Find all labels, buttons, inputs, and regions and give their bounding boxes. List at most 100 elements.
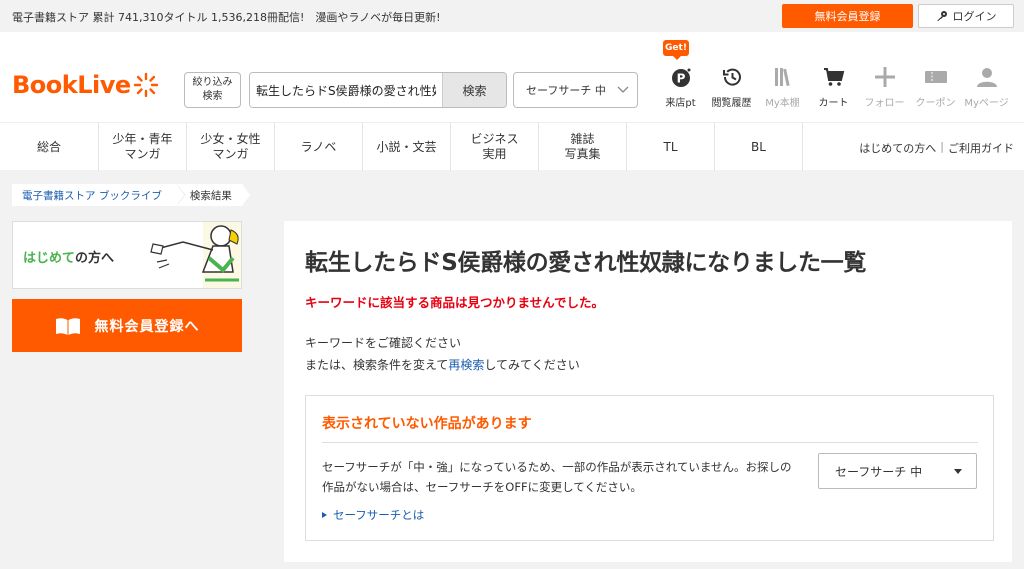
hidden-items-box: 表示されていない作品があります セーフサーチが「中・強」になっているため、一部の… <box>305 395 994 541</box>
first-time-link[interactable]: はじめての方へ <box>859 140 936 156</box>
plus-icon <box>874 67 895 87</box>
nav-sublabel: マンガ <box>212 147 249 161</box>
header-item-mypage[interactable]: Myページ <box>961 32 1012 112</box>
header-label: 来店pt <box>665 98 696 109</box>
login-label: ログイン <box>952 11 997 23</box>
cart-icon <box>823 68 844 86</box>
header-item-history[interactable]: 閲覧履歴 <box>706 32 757 112</box>
nav-label: BL <box>751 139 766 154</box>
bookshelf-icon <box>774 68 790 87</box>
breadcrumb-home[interactable]: 電子書籍ストア ブックライブ <box>12 184 186 206</box>
safe-search-level-value: セーフサーチ 中 <box>835 464 923 479</box>
banner-green-text: はじめて <box>23 251 76 266</box>
header-item-bookshelf[interactable]: My本棚 <box>757 32 808 112</box>
nav-item-light-novel[interactable]: ラノベ <box>275 123 363 171</box>
triangle-right-icon <box>322 512 327 518</box>
history-icon <box>722 68 741 86</box>
research-link[interactable]: 再検索 <box>448 358 484 372</box>
breadcrumb-home-label: 電子書籍ストア ブックライブ <box>22 189 162 202</box>
safe-search-info-label: セーフサーチとは <box>333 508 425 522</box>
nav-item-general[interactable]: 総合 <box>0 123 99 171</box>
login-button[interactable]: ログイン <box>918 4 1014 28</box>
check-keyword-message: キーワードをご確認ください <box>305 336 462 350</box>
logo-text: BookLive <box>12 71 131 99</box>
search-button[interactable]: 検索 <box>442 73 506 107</box>
nav-item-tl[interactable]: TL <box>627 123 715 171</box>
header-label: Myページ <box>964 98 1009 109</box>
user-icon <box>976 68 997 87</box>
header-item-coupon[interactable]: クーポン <box>910 32 961 112</box>
search-bar: 検索 <box>249 72 507 108</box>
nav-right-links: はじめての方へ | ご利用ガイド <box>859 140 1014 156</box>
guide-link[interactable]: ご利用ガイド <box>948 140 1014 156</box>
top-strip: 電子書籍ストア 累計 741,310タイトル 1,536,218冊配信! 漫画や… <box>0 0 1024 32</box>
category-nav: 総合 少年・青年 マンガ 少女・女性 マンガ ラノベ 小説・文芸 ビジネス 実用 雑誌… <box>0 122 1024 171</box>
first-time-banner[interactable]: はじめての方へ <box>12 221 242 289</box>
nav-label: 総合 <box>36 139 61 154</box>
points-icon: P <box>671 68 690 87</box>
header-icons: Get! P 来店pt 閲覧履歴 My本棚 カート フォロー クーポン Myペー… <box>655 32 1012 112</box>
promo-text: 電子書籍ストア 累計 741,310タイトル 1,536,218冊配信! 漫画や… <box>12 11 441 24</box>
nav-label: 小説・文芸 <box>376 139 437 154</box>
register-banner-label: 無料会員登録へ <box>94 318 200 335</box>
filter-label-2: 検索 <box>202 91 223 102</box>
nav-sublabel: マンガ <box>124 147 161 161</box>
nav-item-magazine[interactable]: 雑誌 写真集 <box>539 123 627 171</box>
key-icon <box>936 11 947 21</box>
header-item-cart[interactable]: カート <box>808 32 859 112</box>
nav-label: 雑誌 <box>570 132 595 146</box>
nav-label: 少年・青年 <box>112 132 173 146</box>
safe-search-select[interactable]: セーフサーチ 中 <box>513 72 638 108</box>
nav-item-shojo-josei[interactable]: 少女・女性 マンガ <box>187 123 275 171</box>
safe-search-info-link[interactable]: セーフサーチとは <box>322 507 424 523</box>
safe-search-level-select[interactable]: セーフサーチ 中 <box>818 453 977 489</box>
header-item-points[interactable]: Get! P 来店pt <box>655 32 706 112</box>
header-label: フォロー <box>864 98 905 109</box>
guide-person-illustration <box>150 222 241 288</box>
not-found-message: キーワードに該当する商品は見つかりませんでした。 <box>305 295 605 310</box>
logo-burst-icon <box>133 72 158 98</box>
header-label: カート <box>818 98 849 109</box>
register-banner[interactable]: 無料会員登録へ <box>12 299 242 352</box>
header-label: クーポン <box>915 98 956 109</box>
register-button[interactable]: 無料会員登録 <box>782 4 913 28</box>
filter-search-button[interactable]: 絞り込み 検索 <box>184 72 241 108</box>
nav-label: ビジネス <box>470 132 519 146</box>
nav-item-shonen-seinen[interactable]: 少年・青年 マンガ <box>99 123 187 171</box>
svg-text:P: P <box>676 72 685 86</box>
header-label: My本棚 <box>765 98 800 109</box>
nav-item-bl[interactable]: BL <box>715 123 803 171</box>
breadcrumb-arrow <box>241 184 250 206</box>
research-post: してみてください <box>484 358 580 372</box>
research-message: または、検索条件を変えて再検索してみてください <box>305 356 580 373</box>
nav-sublabel: 写真集 <box>564 147 601 161</box>
first-time-banner-text: はじめての方へ <box>23 247 114 266</box>
coupon-icon <box>924 71 947 83</box>
nav-label: TL <box>663 139 678 154</box>
hidden-items-title: 表示されていない作品があります <box>322 416 532 432</box>
book-icon <box>55 317 80 335</box>
main-panel: 転生したらドS侯爵様の愛され性奴隷になりました一覧 キーワードに該当する商品は見… <box>284 221 1012 562</box>
get-badge: Get! <box>663 40 689 60</box>
filter-label-1: 絞り込み <box>192 77 233 88</box>
page-title: 転生したらドS侯爵様の愛され性奴隷になりました一覧 <box>305 250 867 276</box>
nav-item-business[interactable]: ビジネス 実用 <box>451 123 539 171</box>
nav-sublabel: 実用 <box>482 147 507 161</box>
breadcrumb: 電子書籍ストア ブックライブ 検索結果 <box>12 184 250 206</box>
header-label: 閲覧履歴 <box>711 98 752 109</box>
safe-search-value: セーフサーチ 中 <box>526 84 606 97</box>
caret-down-icon <box>954 469 962 474</box>
research-pre: または、検索条件を変えて <box>305 358 449 372</box>
banner-dark-text: の方へ <box>75 251 115 266</box>
logo[interactable]: BookLive <box>12 68 159 102</box>
breadcrumb-current-label: 検索結果 <box>189 189 232 202</box>
header-item-follow[interactable]: フォロー <box>859 32 910 112</box>
chevron-down-icon <box>617 86 629 93</box>
breadcrumb-arrow <box>175 184 184 206</box>
hidden-items-text: セーフサーチが「中・強」になっているため、一部の作品が表示されていません。お探し… <box>322 460 792 494</box>
search-input[interactable] <box>250 73 442 107</box>
nav-item-novel[interactable]: 小説・文芸 <box>363 123 451 171</box>
header: BookLive 絞り込み 検索 検索 セーフサーチ 中 Get! <box>0 32 1024 122</box>
separator: | <box>940 140 944 153</box>
nav-label: ラノベ <box>300 139 337 154</box>
